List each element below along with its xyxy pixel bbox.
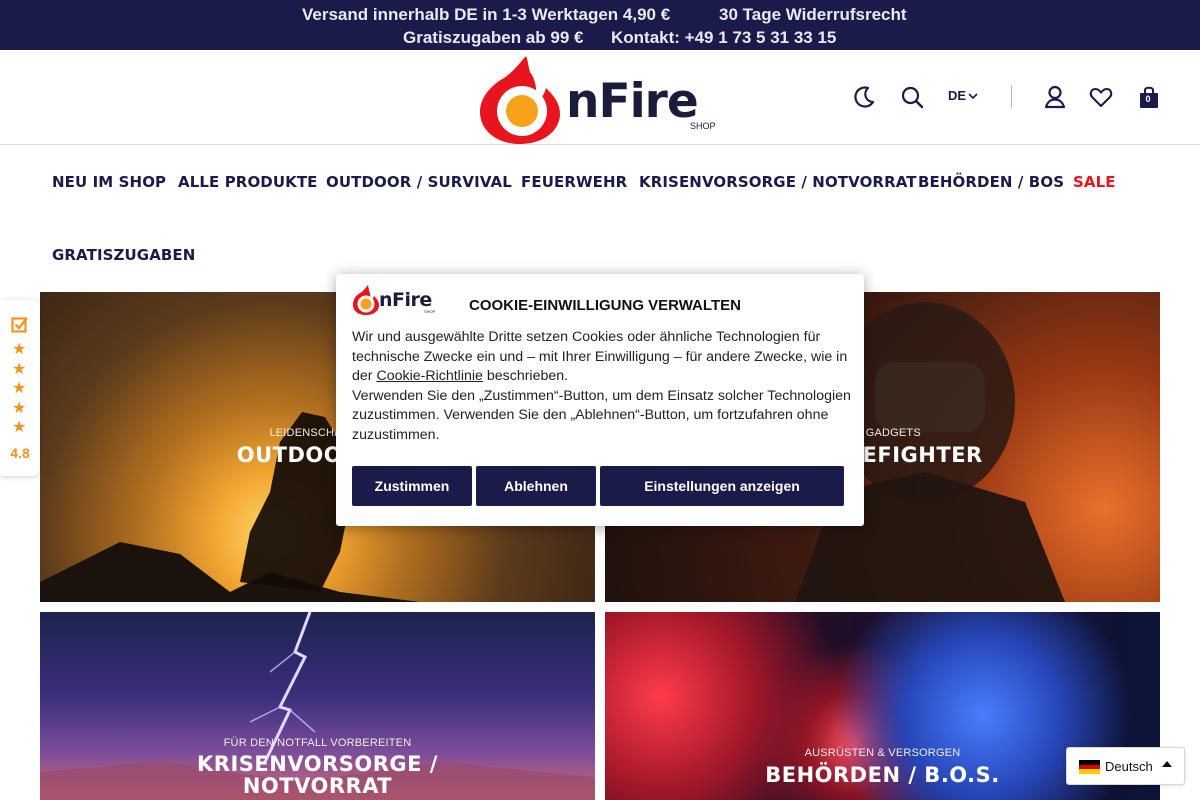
rating-score: 4.8 bbox=[10, 445, 30, 461]
star-icon: ★ bbox=[12, 341, 27, 358]
language-selector[interactable]: DE bbox=[948, 88, 966, 103]
nav-item-outdoor-survival[interactable]: OUTDOOR / SURVIVAL bbox=[326, 173, 512, 191]
language-label: Deutsch bbox=[1105, 759, 1153, 774]
settings-button[interactable]: Einstellungen anzeigen bbox=[600, 466, 844, 506]
nav-item-behoerden-bos[interactable]: BEHÖRDEN / BOS bbox=[918, 173, 1064, 191]
nav-item-neu-im-shop[interactable]: NEU IM SHOP bbox=[52, 173, 166, 191]
user-icon[interactable] bbox=[1042, 84, 1068, 110]
cookie-text-part3: Verwenden Sie den „Zustimmen“-Button, um… bbox=[352, 387, 851, 443]
cookie-policy-link[interactable]: Cookie-Richtlinie bbox=[376, 368, 482, 384]
caret-up-icon bbox=[1162, 761, 1172, 767]
heart-icon[interactable] bbox=[1088, 84, 1114, 110]
moon-icon[interactable] bbox=[851, 84, 877, 110]
trust-badge-icon bbox=[11, 317, 28, 333]
reject-button[interactable]: Ablehnen bbox=[476, 466, 596, 506]
cookie-logo-shop: SHOP bbox=[424, 309, 436, 314]
nav-item-krisenvorsorge[interactable]: KRISENVORSORGE / NOTVORRAT bbox=[639, 173, 917, 191]
logo-shop-label: SHOP bbox=[690, 121, 716, 131]
star-icon: ★ bbox=[12, 419, 27, 436]
cookie-logo-word: nFire bbox=[379, 289, 432, 311]
chevron-down-icon[interactable] bbox=[968, 92, 978, 100]
search-icon[interactable] bbox=[899, 84, 925, 110]
tile-title-line2: NOTVORRAT bbox=[242, 774, 393, 798]
german-flag-icon bbox=[1079, 760, 1100, 774]
nav-item-sale[interactable]: SALE bbox=[1073, 173, 1116, 191]
logo-wordmark: nFire bbox=[566, 74, 699, 129]
gifts-info: Gratiszugaben ab 99 € bbox=[403, 28, 584, 47]
cookie-consent-dialog: nFire SHOP COOKIE-EINWILLIGUNG VERWALTEN… bbox=[336, 274, 864, 526]
category-tile-krisenvorsorge[interactable]: FÜR DEN NOTFALL VORBEREITEN KRISENVORSOR… bbox=[40, 612, 595, 800]
nav-item-gratiszugaben[interactable]: GRATISZUGABEN bbox=[52, 246, 195, 264]
shop-logo[interactable]: nFire SHOP bbox=[478, 52, 728, 144]
star-icon: ★ bbox=[12, 361, 27, 378]
star-icon: ★ bbox=[12, 400, 27, 417]
header-divider bbox=[1011, 85, 1012, 108]
shipping-info: Versand innerhalb DE in 1-3 Werktagen 4,… bbox=[302, 5, 671, 24]
tile-title-line1: KRISENVORSORGE / bbox=[197, 752, 438, 776]
nav-item-alle-produkte[interactable]: ALLE PRODUKTE bbox=[178, 173, 318, 191]
accept-button[interactable]: Zustimmen bbox=[352, 466, 472, 506]
returns-info: 30 Tage Widerrufsrecht bbox=[719, 5, 907, 24]
cookie-text-part2: beschrieben. bbox=[482, 368, 569, 385]
cart-count: 0 bbox=[1145, 94, 1151, 104]
contact-info[interactable]: Kontakt: +49 1 73 5 31 33 15 bbox=[611, 28, 836, 48]
flame-logo-icon bbox=[480, 56, 560, 144]
tile-subtitle: FÜR DEN NOTFALL VORBEREITEN bbox=[223, 737, 412, 749]
cookie-logo: nFire SHOP bbox=[352, 284, 442, 316]
language-switcher[interactable]: Deutsch bbox=[1066, 747, 1185, 785]
rating-widget[interactable]: ★ ★ ★ ★ ★ 4.8 bbox=[0, 300, 40, 476]
flame-logo-icon bbox=[353, 285, 379, 315]
site-header: nFire SHOP DE 0 bbox=[0, 50, 1200, 145]
announcement-bar: Versand innerhalb DE in 1-3 Werktagen 4,… bbox=[0, 0, 1200, 50]
cookie-text: Wir und ausgewählte Dritte setzen Cookie… bbox=[352, 328, 852, 446]
cookie-title: COOKIE-EINWILLIGUNG VERWALTEN bbox=[469, 297, 741, 314]
star-icon: ★ bbox=[12, 380, 27, 397]
nav-item-feuerwehr[interactable]: FEUERWEHR bbox=[521, 173, 627, 191]
